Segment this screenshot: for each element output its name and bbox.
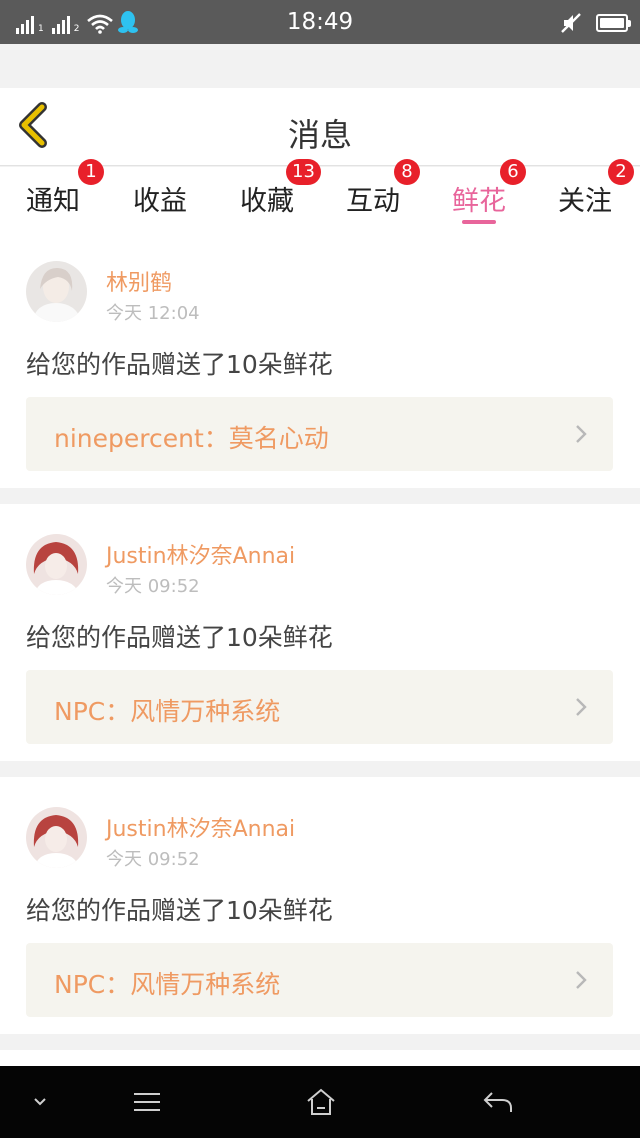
menu-icon — [134, 1093, 160, 1111]
message-text: 给您的作品赠送了10朵鲜花 — [26, 623, 333, 652]
message-text: 给您的作品赠送了10朵鲜花 — [26, 896, 333, 925]
message-time: 今天 09:52 — [106, 849, 200, 870]
chevron-right-icon — [576, 425, 587, 443]
message-card: Justin林汐奈Annai 今天 09:52 给您的作品赠送了10朵鲜花 NP… — [0, 504, 640, 761]
message-text: 给您的作品赠送了10朵鲜花 — [26, 350, 333, 379]
message-time: 今天 12:04 — [106, 303, 200, 324]
message-card: 林别鹤 今天 12:04 给您的作品赠送了10朵鲜花 ninepercent：莫… — [0, 231, 640, 488]
work-link[interactable]: NPC：风情万种系统 — [26, 943, 613, 1017]
tab-badge: 6 — [500, 159, 526, 185]
tab-label: 互动 — [346, 186, 400, 217]
chevron-down-icon — [34, 1098, 46, 1106]
tab-following[interactable]: 关注 2 — [532, 159, 638, 231]
tab-interactions[interactable]: 互动 8 — [320, 159, 426, 231]
back-arrow-icon — [483, 1092, 512, 1112]
tab-badge: 8 — [394, 159, 420, 185]
tab-label: 收益 — [133, 186, 187, 217]
avatar[interactable] — [26, 261, 87, 322]
work-title: ninepercent：莫名心动 — [54, 424, 329, 453]
header: 消息 — [0, 88, 640, 166]
back-nav-button[interactable] — [458, 1066, 538, 1138]
tab-active-indicator — [462, 220, 496, 224]
tab-badge: 1 — [78, 159, 104, 185]
message-card: Justin林汐奈Annai 今天 09:52 给您的作品赠送了10朵鲜花 NP… — [0, 777, 640, 1034]
status-icons-right — [560, 10, 631, 36]
avatar[interactable] — [26, 807, 87, 868]
message-time: 今天 09:52 — [106, 576, 200, 597]
work-title: NPC：风情万种系统 — [54, 697, 281, 726]
menu-button[interactable] — [107, 1066, 187, 1138]
sender-name[interactable]: 林别鹤 — [106, 265, 172, 297]
system-nav-bar — [0, 1066, 640, 1138]
home-button[interactable] — [281, 1066, 361, 1138]
mute-icon — [561, 13, 581, 33]
chevron-right-icon — [576, 971, 587, 989]
tab-flowers[interactable]: 鲜花 6 — [426, 159, 532, 231]
tab-badge: 2 — [608, 159, 634, 185]
tab-favorites[interactable]: 收藏 13 — [214, 159, 321, 231]
work-title: NPC：风情万种系统 — [54, 970, 281, 999]
tab-label: 鲜花 — [452, 186, 506, 217]
home-icon — [307, 1088, 335, 1115]
sender-name[interactable]: Justin林汐奈Annai — [106, 538, 295, 570]
tab-bar: 通知 1 收益 收藏 13 互动 8 鲜花 6 关注 2 — [0, 159, 640, 231]
tab-earnings[interactable]: 收益 — [107, 167, 213, 231]
work-link[interactable]: NPC：风情万种系统 — [26, 670, 613, 744]
status-time: 18:49 — [286, 9, 354, 35]
chevron-right-icon — [576, 698, 587, 716]
page-title: 消息 — [287, 116, 352, 154]
battery-icon — [596, 14, 631, 32]
tab-badge: 13 — [286, 159, 321, 185]
avatar[interactable] — [26, 534, 87, 595]
hide-nav-button[interactable] — [0, 1066, 80, 1138]
sender-name[interactable]: Justin林汐奈Annai — [106, 811, 295, 843]
status-bar: 1 2 18:49 — [0, 0, 640, 44]
message-list: 林别鹤 今天 12:04 给您的作品赠送了10朵鲜花 ninepercent：莫… — [0, 231, 640, 1106]
work-link[interactable]: ninepercent：莫名心动 — [26, 397, 613, 471]
tab-notifications[interactable]: 通知 1 — [0, 159, 106, 231]
